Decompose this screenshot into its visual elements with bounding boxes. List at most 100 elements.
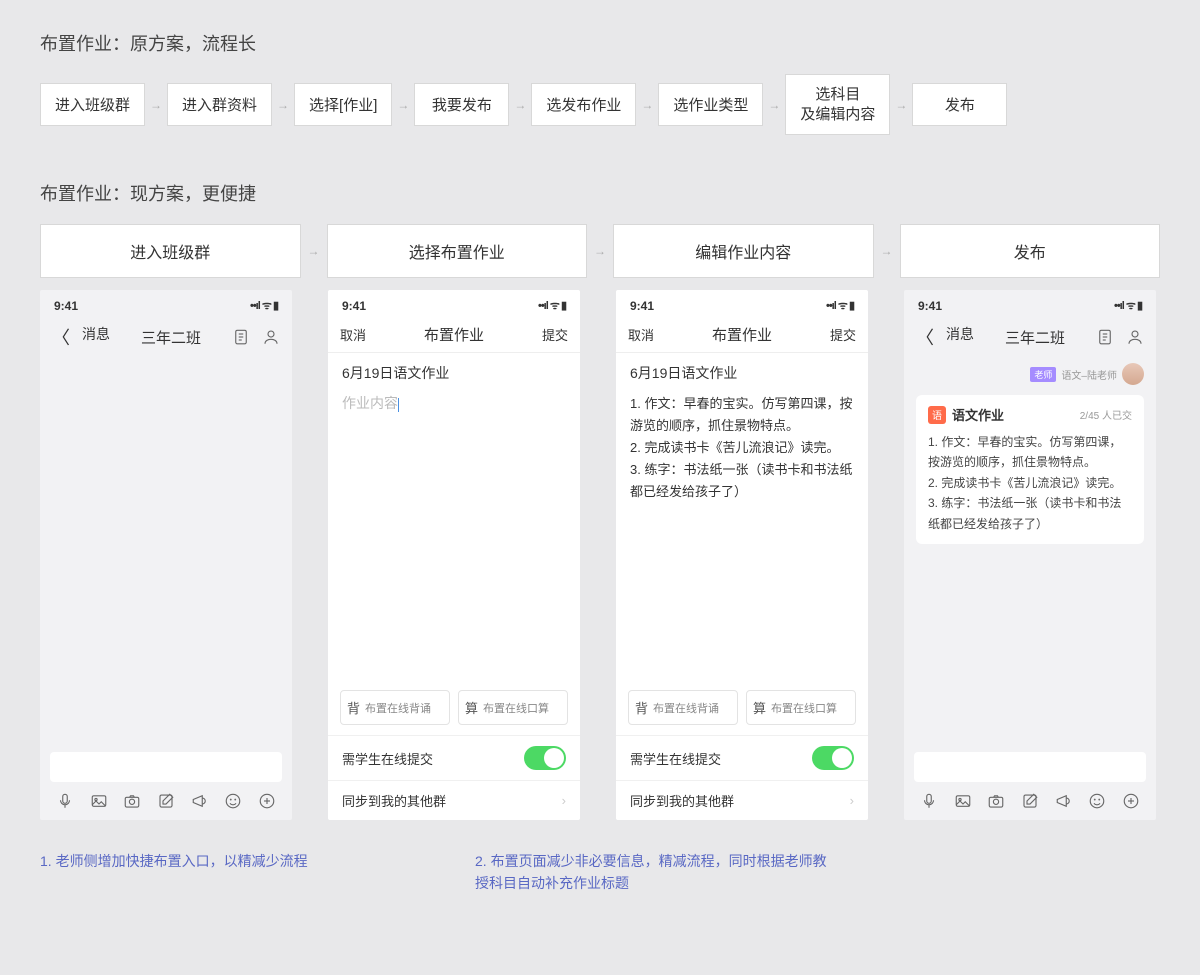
recite-tag-button[interactable]: 背布置在线背诵 [628, 690, 738, 725]
status-bar: 9:41 ••ıl ᯤ ▮ [328, 290, 580, 317]
flow-step: 进入班级群 [40, 83, 145, 126]
status-icons: ••ıl ᯤ ▮ [538, 298, 566, 313]
status-time: 9:41 [342, 299, 366, 313]
toolbar [40, 782, 292, 820]
emoji-icon[interactable] [1088, 792, 1106, 810]
flow-step: 选发布作业 [531, 83, 636, 126]
arrow-icon: → [894, 98, 908, 112]
toolbar [904, 782, 1156, 820]
flow-step: 选择布置作业 [327, 224, 588, 278]
text-cursor [398, 398, 399, 412]
flow-step: 选作业类型 [658, 83, 763, 126]
flow-step: 发布 [912, 83, 1007, 126]
status-icons: ••ıl ᯤ ▮ [1114, 298, 1142, 313]
annotation-1: 1. 老师侧增加快捷布置入口，以精减少流程 [40, 850, 310, 895]
camera-icon[interactable] [123, 792, 141, 810]
section2-title: 布置作业：现方案，更便捷 [40, 180, 1160, 206]
sender-info: 老师 语文–陆老师 [904, 357, 1156, 385]
assignment-title[interactable]: 6月19日语文作业 [342, 363, 566, 383]
avatar[interactable] [1122, 363, 1144, 385]
arrow-icon: → [149, 98, 163, 112]
phone-mockup-4: 9:41 ••ıl ᯤ ▮ 〈消息 三年二班 老师 语文–陆老师 语 语文作业 … [904, 290, 1156, 820]
camera-icon[interactable] [987, 792, 1005, 810]
chevron-left-icon: 〈 [52, 324, 70, 350]
chat-input[interactable] [50, 752, 282, 782]
editor-body: 6月19日语文作业 1. 作文：早春的宝实。仿写第四课，按游览的顺序，抓住景物特… [616, 353, 868, 690]
require-submit-row: 需学生在线提交 [328, 735, 580, 780]
chat-body [40, 357, 292, 752]
annotations: 1. 老师侧增加快捷布置入口，以精减少流程 2. 布置页面减少非必要信息，精减流… [40, 850, 1160, 895]
assignment-content[interactable]: 1. 作文：早春的宝实。仿写第四课，按游览的顺序，抓住景物特点。 2. 完成读书… [630, 393, 854, 503]
nav-title: 布置作业 [712, 324, 772, 345]
recite-tag-button[interactable]: 背布置在线背诵 [340, 690, 450, 725]
old-flow-row: 进入班级群→ 进入群资料→ 选择[作业]→ 我要发布→ 选发布作业→ 选作业类型… [40, 74, 1160, 135]
homework-card[interactable]: 语 语文作业 2/45 人已交 1. 作文：早春的宝实。仿写第四课，按游览的顺序… [916, 395, 1144, 544]
card-body: 1. 作文：早春的宝实。仿写第四课，按游览的顺序，抓住景物特点。 2. 完成读书… [928, 432, 1132, 534]
image-icon[interactable] [954, 792, 972, 810]
person-icon[interactable] [262, 328, 280, 346]
mic-icon[interactable] [920, 792, 938, 810]
document-icon[interactable] [1096, 328, 1114, 346]
chevron-left-icon: 〈 [916, 324, 934, 350]
card-title: 语文作业 [952, 405, 1004, 424]
document-icon[interactable] [232, 328, 250, 346]
flow-step: 我要发布 [414, 83, 509, 126]
math-tag-button[interactable]: 算布置在线口算 [746, 690, 856, 725]
status-bar: 9:41 ••ıl ᯤ ▮ [616, 290, 868, 317]
nav-bar: 〈消息 三年二班 [40, 317, 292, 357]
toggle-switch[interactable] [812, 746, 854, 770]
arrow-icon: → [307, 244, 321, 258]
toggle-switch[interactable] [524, 746, 566, 770]
nav-title: 三年二班 [141, 327, 201, 348]
nav-title: 布置作业 [424, 324, 484, 345]
back-button[interactable]: 〈消息 [916, 324, 974, 350]
arrow-icon: → [276, 98, 290, 112]
cancel-button[interactable]: 取消 [340, 325, 366, 344]
megaphone-icon[interactable] [191, 792, 209, 810]
phone-mockup-3: 9:41 ••ıl ᯤ ▮ 取消 布置作业 提交 6月19日语文作业 1. 作文… [616, 290, 868, 820]
plus-icon[interactable] [1122, 792, 1140, 810]
phone-mockup-2: 9:41 ••ıl ᯤ ▮ 取消 布置作业 提交 6月19日语文作业 作业内容 … [328, 290, 580, 820]
nav-bar: 取消 布置作业 提交 [328, 317, 580, 353]
assignment-title[interactable]: 6月19日语文作业 [630, 363, 854, 383]
arrow-icon: → [767, 98, 781, 112]
flow-step: 选科目 及编辑内容 [785, 74, 890, 135]
status-icons: ••ıl ᯤ ▮ [826, 298, 854, 313]
phone-mockup-1: 9:41 ••ıl ᯤ ▮ 〈消息 三年二班 [40, 290, 292, 820]
section1-title: 布置作业：原方案，流程长 [40, 30, 1160, 56]
image-icon[interactable] [90, 792, 108, 810]
cancel-button[interactable]: 取消 [628, 325, 654, 344]
nav-bar: 取消 布置作业 提交 [616, 317, 868, 353]
back-button[interactable]: 〈消息 [52, 324, 110, 350]
flow-step: 进入班级群 [40, 224, 301, 278]
nav-title: 三年二班 [1005, 327, 1065, 348]
person-icon[interactable] [1126, 328, 1144, 346]
arrow-icon: → [396, 98, 410, 112]
emoji-icon[interactable] [224, 792, 242, 810]
chevron-right-icon: › [562, 793, 566, 808]
plus-icon[interactable] [258, 792, 276, 810]
submit-button[interactable]: 提交 [542, 325, 568, 344]
status-bar: 9:41 ••ıl ᯤ ▮ [904, 290, 1156, 317]
assignment-content-input[interactable]: 作业内容 [342, 393, 566, 413]
mic-icon[interactable] [56, 792, 74, 810]
status-bar: 9:41 ••ıl ᯤ ▮ [40, 290, 292, 317]
megaphone-icon[interactable] [1055, 792, 1073, 810]
compose-icon[interactable] [1021, 792, 1039, 810]
annotation-2: 2. 布置页面减少非必要信息，精减流程，同时根据老师教授科目自动补充作业标题 [475, 850, 835, 895]
sync-groups-row[interactable]: 同步到我的其他群 › [616, 780, 868, 820]
math-tag-button[interactable]: 算布置在线口算 [458, 690, 568, 725]
editor-body: 6月19日语文作业 作业内容 [328, 353, 580, 690]
status-time: 9:41 [54, 299, 78, 313]
submit-button[interactable]: 提交 [830, 325, 856, 344]
arrow-icon: → [640, 98, 654, 112]
require-submit-row: 需学生在线提交 [616, 735, 868, 780]
arrow-icon: → [880, 244, 894, 258]
subject-icon: 语 [928, 406, 946, 424]
sender-name: 语文–陆老师 [1061, 367, 1117, 382]
new-flow-row: 进入班级群→ 选择布置作业→ 编辑作业内容→ 发布 [40, 224, 1160, 278]
sync-groups-row[interactable]: 同步到我的其他群 › [328, 780, 580, 820]
card-meta: 2/45 人已交 [1080, 407, 1132, 422]
chat-input[interactable] [914, 752, 1146, 782]
compose-icon[interactable] [157, 792, 175, 810]
